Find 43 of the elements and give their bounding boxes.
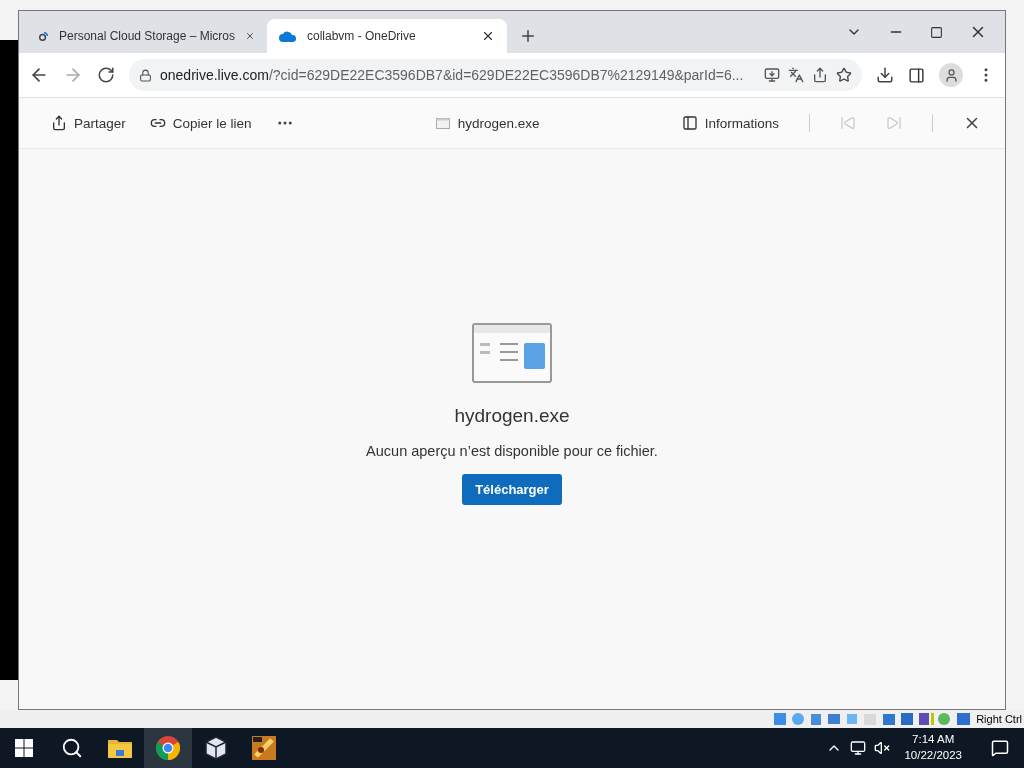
profile-avatar[interactable] [939,63,963,87]
share-icon [51,115,67,131]
chat-icon [991,739,1009,757]
cloud-icon [279,30,297,42]
folder-icon [108,738,132,758]
maximize-icon[interactable] [930,25,943,39]
network-icon[interactable] [850,740,867,756]
tab-title: collabvm - OneDrive [307,29,417,43]
no-preview-message: Aucun aperçu n’est disponible pour ce fichier. [366,443,658,459]
download-icon[interactable] [876,66,894,84]
translate-icon[interactable] [788,67,804,83]
toolbar-action[interactable]: Partager [51,115,126,131]
close-icon[interactable] [481,29,495,43]
download-button[interactable]: Télécharger [462,474,562,505]
side-panel-icon[interactable] [908,66,925,84]
taskbar-app[interactable] [144,728,192,768]
file-name: hydrogen.exe [457,115,540,131]
lock-icon [139,68,152,82]
panel-icon [681,115,698,131]
install-icon[interactable] [764,67,780,83]
file-title: hydrogen.exe [454,405,570,427]
share-icon[interactable] [812,67,828,83]
new-tab-button[interactable] [519,27,537,45]
windows-logo-icon [15,739,33,757]
reload-icon[interactable] [97,66,115,84]
signal-icon [39,29,49,43]
host-key-label: Right Ctrl [976,713,1022,725]
tab-title: Personal Cloud Storage – Micros [58,29,236,43]
mute-icon[interactable] [874,740,891,756]
browser-tab[interactable]: collabvm - OneDrive [267,19,507,53]
file-icon [435,117,450,129]
file-preview-icon [472,323,552,383]
browser-tab[interactable]: Personal Cloud Storage – Micros [27,19,267,53]
address-bar[interactable]: onedrive.live.com/?cid=629DE22EC3596DB7&id=629DE22EC3596DB7%2129149&parId=6... [129,59,862,91]
toolbar-action[interactable]: Copier le lien [149,115,252,131]
search-icon [61,737,83,759]
url-text: onedrive.live.com/?cid=629DE22EC3596DB7&id=629DE22EC3596DB7%2129149&parId=6... [160,67,745,83]
clock[interactable]: 7:14 AM 10/22/2023 [898,732,968,764]
cube-icon [205,736,227,760]
chrome-icon [156,736,180,760]
info-button[interactable]: Informations [681,115,779,131]
star-icon[interactable] [836,67,852,83]
app-icon [252,736,276,760]
